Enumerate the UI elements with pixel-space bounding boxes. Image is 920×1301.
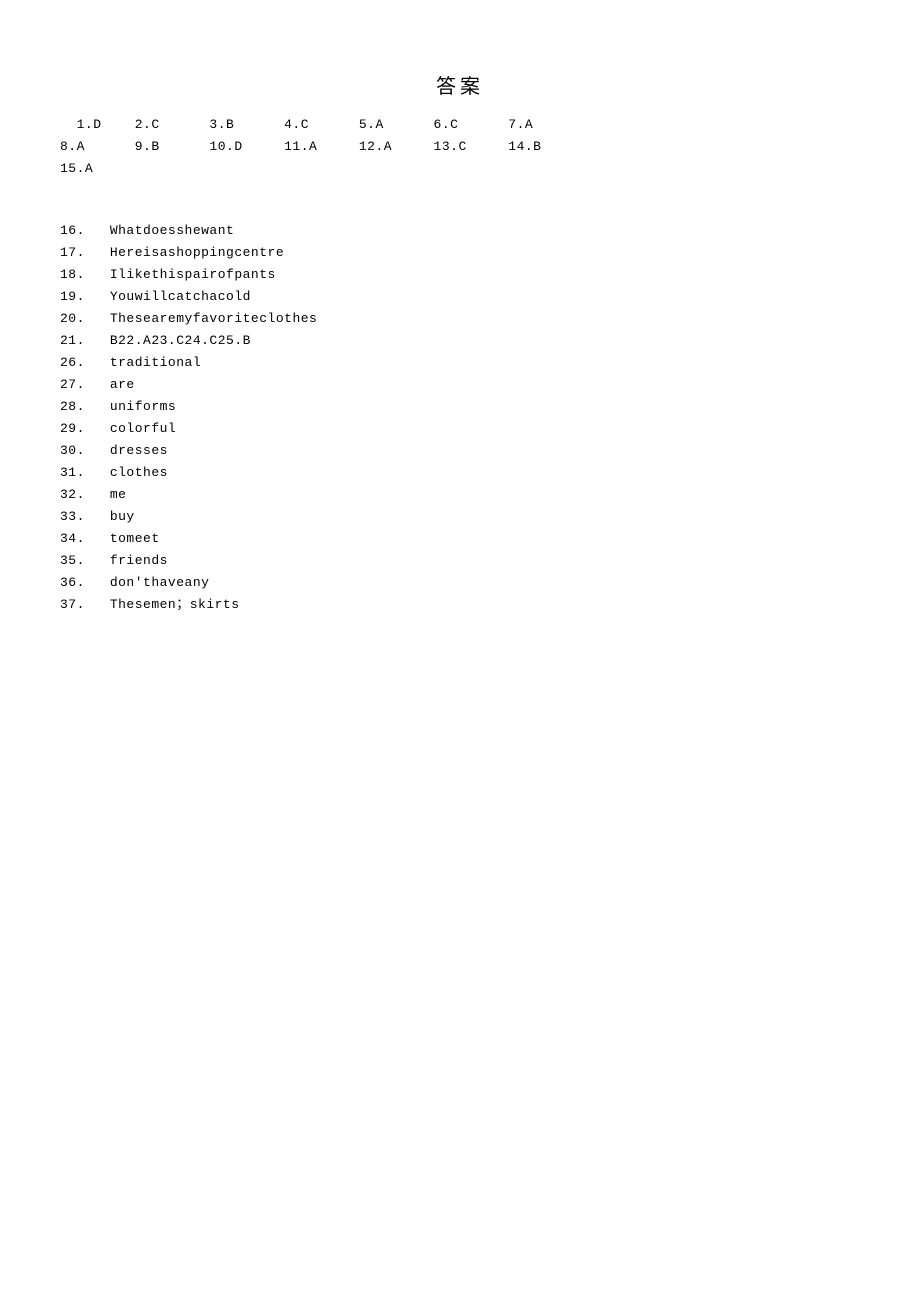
answer-item-text: uniforms bbox=[110, 399, 176, 414]
page-title: 答案 bbox=[60, 70, 860, 100]
answer-item-text: Youwillcatchacold bbox=[110, 289, 251, 304]
answer-item-number: 30. bbox=[60, 443, 85, 458]
answer-item-text: don'thaveany bbox=[110, 575, 210, 590]
answer-item-text: traditional bbox=[110, 355, 201, 370]
answer-list: 16. Whatdoesshewant17. Hereisashoppingce… bbox=[60, 220, 860, 616]
answer-item-text: me bbox=[110, 487, 127, 502]
answer-item-number: 21. bbox=[60, 333, 85, 348]
answer-item: 37. Thesemen；skirts bbox=[60, 594, 860, 616]
answer-item: 16. Whatdoesshewant bbox=[60, 220, 860, 242]
answer-item-text: tomeet bbox=[110, 531, 160, 546]
answer-item: 35. friends bbox=[60, 550, 860, 572]
mc-row-1: 1.D 2.C 3.B 4.C 5.A 6.C 7.A bbox=[60, 114, 860, 136]
answer-item-text: friends bbox=[110, 553, 168, 568]
answer-item-text: Whatdoesshewant bbox=[110, 223, 235, 238]
answer-item: 19. Youwillcatchacold bbox=[60, 286, 860, 308]
answer-item-number: 32. bbox=[60, 487, 85, 502]
answer-item-number: 27. bbox=[60, 377, 85, 392]
answer-item: 27. are bbox=[60, 374, 860, 396]
answer-item: 17. Hereisashoppingcentre bbox=[60, 242, 860, 264]
multiple-choice-answers: 1.D 2.C 3.B 4.C 5.A 6.C 7.A 8.A 9.B 10.D… bbox=[60, 114, 860, 180]
answer-item: 18. Ilikethispairofpants bbox=[60, 264, 860, 286]
answer-item-text: are bbox=[110, 377, 135, 392]
answer-item: 34. tomeet bbox=[60, 528, 860, 550]
answer-item-text: buy bbox=[110, 509, 135, 524]
answer-item-text: dresses bbox=[110, 443, 168, 458]
answer-item-text: Ilikethispairofpants bbox=[110, 267, 276, 282]
answer-item-number: 17. bbox=[60, 245, 85, 260]
answer-item: 31. clothes bbox=[60, 462, 860, 484]
answer-item-number: 33. bbox=[60, 509, 85, 524]
answer-item-text: colorful bbox=[110, 421, 176, 436]
answer-item-text: Thesearemyfavoriteclothes bbox=[110, 311, 318, 326]
answer-item-number: 31. bbox=[60, 465, 85, 480]
answer-item-number: 34. bbox=[60, 531, 85, 546]
answer-item-text: clothes bbox=[110, 465, 168, 480]
answer-item-number: 26. bbox=[60, 355, 85, 370]
answer-item-number: 28. bbox=[60, 399, 85, 414]
answer-item-number: 20. bbox=[60, 311, 85, 326]
answer-item: 33. buy bbox=[60, 506, 860, 528]
answer-item: 29. colorful bbox=[60, 418, 860, 440]
answer-item-number: 37. bbox=[60, 597, 85, 612]
answer-item-number: 16. bbox=[60, 223, 85, 238]
answer-item-number: 19. bbox=[60, 289, 85, 304]
answer-item-number: 36. bbox=[60, 575, 85, 590]
answer-item-text: Thesemen；skirts bbox=[110, 597, 240, 612]
answer-item: 26. traditional bbox=[60, 352, 860, 374]
mc-row-2: 8.A 9.B 10.D 11.A 12.A 13.C 14.B bbox=[60, 136, 860, 158]
answer-item: 21. B22.A23.C24.C25.B bbox=[60, 330, 860, 352]
answer-item-text: Hereisashoppingcentre bbox=[110, 245, 284, 260]
answer-item: 30. dresses bbox=[60, 440, 860, 462]
answer-item: 32. me bbox=[60, 484, 860, 506]
mc-row-3: 15.A bbox=[60, 158, 860, 180]
answer-item-number: 18. bbox=[60, 267, 85, 282]
answer-item-number: 29. bbox=[60, 421, 85, 436]
answer-item: 28. uniforms bbox=[60, 396, 860, 418]
answer-item: 20. Thesearemyfavoriteclothes bbox=[60, 308, 860, 330]
answer-item-number: 35. bbox=[60, 553, 85, 568]
answer-item-text: B22.A23.C24.C25.B bbox=[110, 333, 251, 348]
answer-item: 36. don'thaveany bbox=[60, 572, 860, 594]
